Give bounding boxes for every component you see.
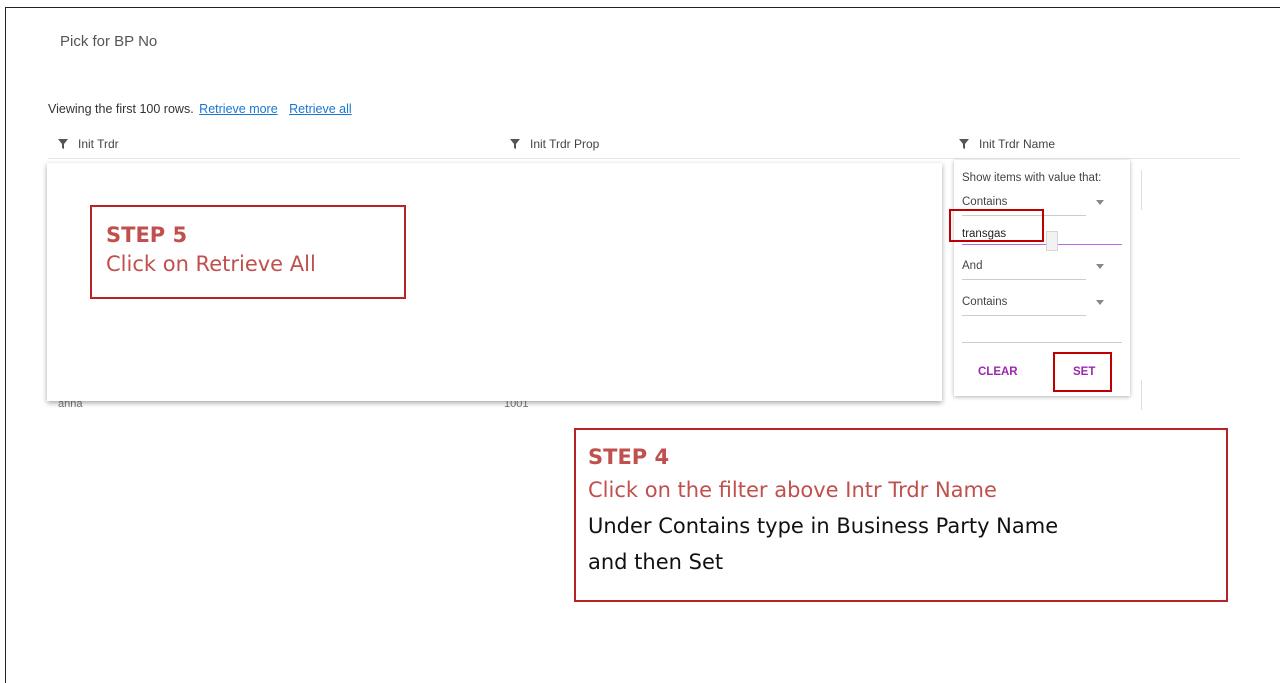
callout-text: Click on Retrieve All [106, 252, 316, 276]
column-header-label: Init Trdr Prop [530, 137, 600, 151]
column-header-label: Init Trdr [78, 137, 119, 151]
operator-select-value: And [962, 260, 983, 272]
retrieve-more-link[interactable]: Retrieve more [199, 102, 278, 116]
operator-select[interactable]: And [962, 258, 1120, 280]
text-cursor-handle [1046, 231, 1058, 251]
highlight-filter-input [949, 209, 1044, 242]
filter-icon[interactable] [959, 139, 969, 149]
condition-select-value: Contains [962, 196, 1008, 208]
filter-label: Show items with value that: [962, 172, 1102, 184]
retrieve-all-link[interactable]: Retrieve all [289, 102, 352, 116]
page-title: Pick for BP No [60, 33, 158, 50]
chevron-down-icon [1096, 200, 1104, 205]
filter-value-input-2[interactable] [962, 322, 1122, 343]
column-header-init-trdr-prop[interactable]: Init Trdr Prop [510, 137, 599, 151]
highlight-set-button [1053, 352, 1112, 392]
clear-button[interactable]: CLEAR [978, 366, 1018, 378]
grid-edge-line [1141, 380, 1142, 410]
column-header-init-trdr-name[interactable]: Init Trdr Name [959, 137, 1055, 151]
callout-step-5: STEP 5 Click on Retrieve All [90, 205, 406, 299]
callout-heading: STEP 5 [106, 223, 188, 247]
filter-icon[interactable] [58, 139, 68, 149]
callout-text-line-2: Under Contains type in Business Party Na… [588, 514, 1059, 538]
header-divider [48, 158, 1240, 159]
filter-icon[interactable] [510, 139, 520, 149]
callout-text-line-3: and then Set [588, 550, 724, 574]
column-header-init-trdr[interactable]: Init Trdr [58, 137, 119, 151]
callout-step-4: STEP 4 Click on the filter above Intr Tr… [574, 428, 1228, 602]
callout-heading: STEP 4 [588, 445, 670, 469]
chevron-down-icon [1096, 300, 1104, 305]
chevron-down-icon [1096, 264, 1104, 269]
grid-edge-line [1141, 170, 1142, 210]
condition-select-2[interactable]: Contains [962, 294, 1120, 316]
callout-text-line-1: Click on the filter above Intr Trdr Name [588, 478, 997, 502]
select-underline [962, 315, 1086, 316]
condition-select-value: Contains [962, 296, 1008, 308]
select-underline [962, 279, 1086, 280]
column-header-label: Init Trdr Name [979, 137, 1056, 151]
results-summary: Viewing the first 100 rows. Retrieve mor… [48, 102, 352, 116]
viewing-text: Viewing the first 100 rows. [48, 102, 194, 116]
